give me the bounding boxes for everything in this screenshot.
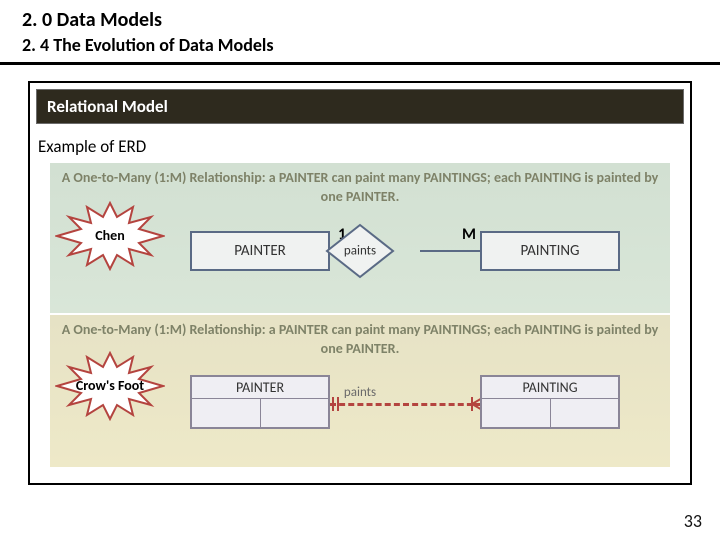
crowsfoot-callout-label: Crow's Foot	[68, 378, 152, 393]
crowsfoot-callout-burst: Crow's Foot	[55, 351, 165, 421]
chen-callout-burst: Chen	[55, 201, 165, 271]
crowsfoot-relationship-label: paints	[344, 385, 376, 400]
page-subtitle: 2. 4 The Evolution of Data Models	[0, 34, 720, 62]
crowsfoot-relationship-line	[330, 403, 482, 406]
page-title: 2. 0 Data Models	[0, 0, 720, 34]
chen-entity-painter: PAINTER	[190, 231, 330, 271]
crowsfoot-entity-painter-body	[192, 399, 328, 427]
chen-entity-painting: PAINTING	[480, 231, 620, 271]
erd-diagram-area: A One-to-Many (1:M) Relationship: a PAIN…	[30, 163, 690, 483]
crowsfoot-entity-painting-body	[482, 399, 618, 427]
crowsfoot-entity-painting-label: PAINTING	[482, 377, 618, 399]
chen-relationship-label: paints	[344, 243, 376, 258]
section-heading: Relational Model	[36, 89, 684, 124]
crowsfoot-entity-painter-label: PAINTER	[192, 377, 328, 399]
crowsfoot-entity-painting: PAINTING	[480, 375, 620, 429]
chen-relationship-diamond: paints	[325, 223, 395, 279]
title-rule	[0, 62, 720, 65]
chen-callout-label: Chen	[87, 228, 132, 243]
content-frame: Relational Model Example of ERD A One-to…	[28, 81, 692, 485]
chen-line-right	[420, 250, 482, 252]
chen-cardinality-many: M	[462, 225, 476, 244]
page-number: 33	[684, 510, 702, 532]
example-label: Example of ERD	[30, 124, 690, 163]
crowsfoot-entity-painter: PAINTER	[190, 375, 330, 429]
